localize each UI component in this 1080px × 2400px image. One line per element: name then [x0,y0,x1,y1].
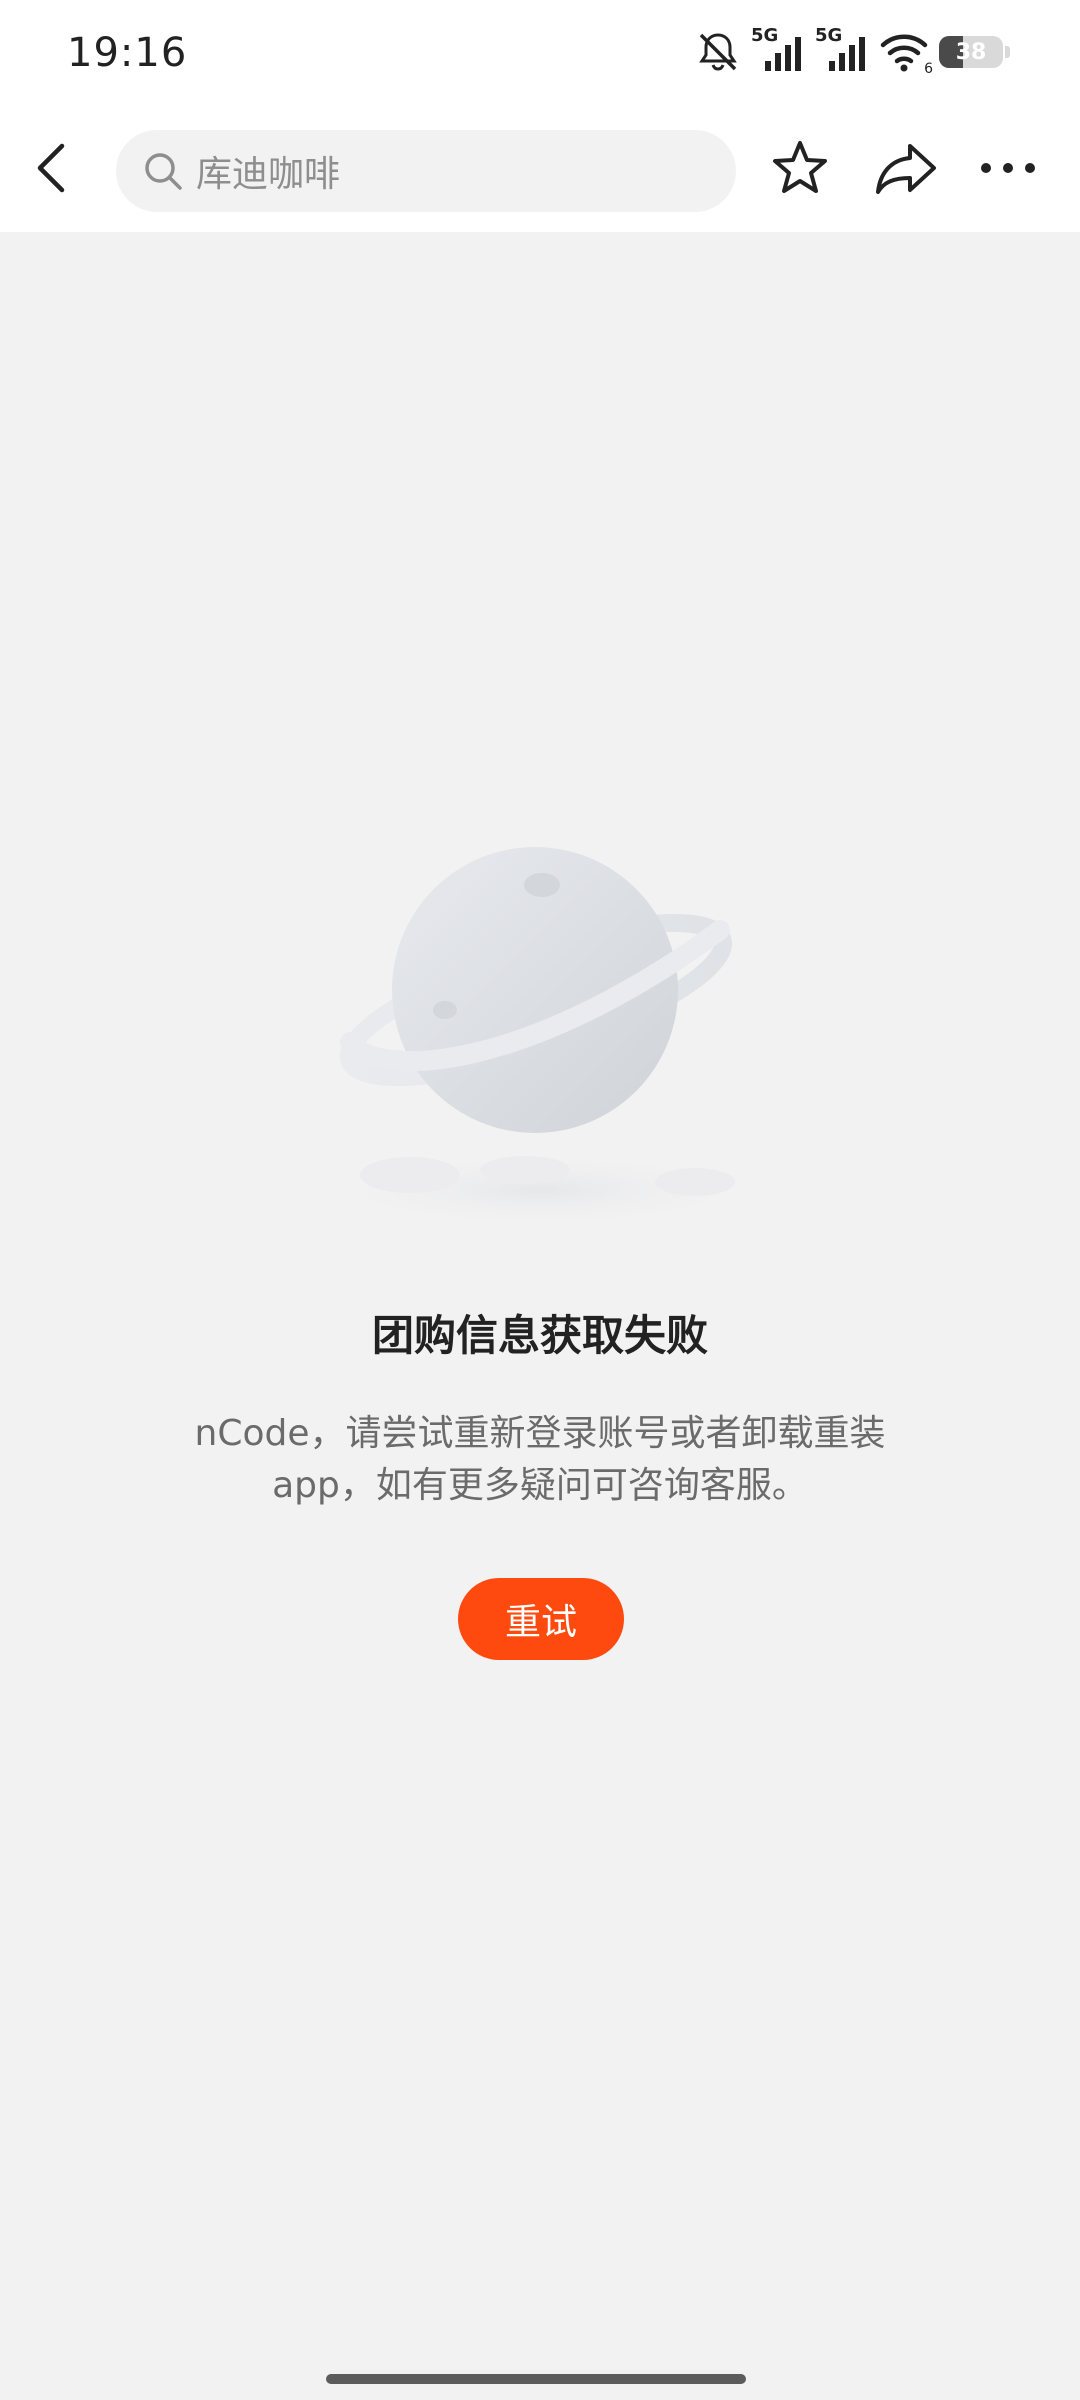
status-icons: 5G 5G 6 38 [695,25,1010,77]
error-description: nCode，请尝试重新登录账号或者卸载重装app，如有更多疑问可咨询客服。 [194,1413,886,1506]
status-time: 19:16 [67,30,188,76]
network-type-label: 5G [751,25,779,46]
star-icon [770,138,830,202]
battery-tip [1005,46,1010,58]
planet-illustration [300,820,780,1240]
share-icon [874,138,938,202]
back-button[interactable] [20,130,84,210]
favorite-button[interactable] [760,130,840,210]
search-icon [140,148,186,194]
cellular-signal-icon-2: 5G [815,25,869,75]
share-button[interactable] [866,130,946,210]
battery-level: 38 [955,39,987,65]
error-title: 团购信息获取失败 [371,1311,708,1360]
wifi-sub-label: 6 [924,61,933,77]
retry-button[interactable]: 重试 [458,1578,624,1660]
mute-bell-icon [695,29,741,75]
wifi-icon: 6 [879,29,933,77]
search-input[interactable]: 库迪咖啡 [116,130,736,212]
top-nav: 库迪咖啡 [0,108,1080,232]
home-indicator[interactable] [326,2374,746,2384]
battery-icon: 38 [939,36,1003,68]
more-button[interactable] [968,130,1048,210]
search-input-text: 库迪咖啡 [196,154,341,195]
cellular-signal-icon: 5G [751,25,805,75]
more-icon [978,158,1038,182]
network-type-label-2: 5G [815,25,843,46]
status-bar: 19:16 5G 5G 6 38 [0,0,1080,108]
back-arrow-icon [32,140,72,200]
